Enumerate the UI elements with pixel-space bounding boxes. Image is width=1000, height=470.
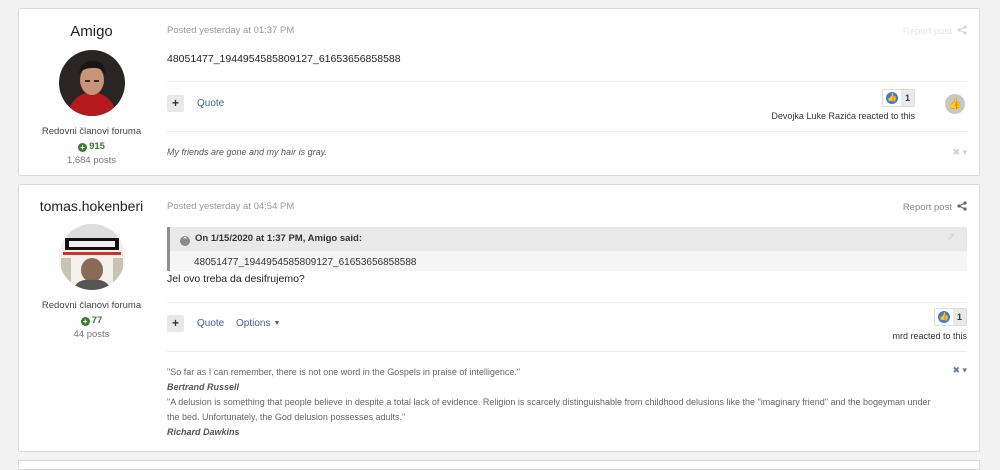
next-post xyxy=(18,460,980,470)
multiquote-button[interactable]: + xyxy=(167,315,184,332)
like-reaction: 👍 xyxy=(883,90,901,106)
post-body: Posted yesterday at 04:54 PM Report post… xyxy=(167,185,967,451)
close-icon[interactable]: ✖ ▾ xyxy=(952,147,967,158)
divider xyxy=(167,351,967,352)
signature-author: Richard Dawkins xyxy=(167,427,240,437)
divider xyxy=(167,81,967,82)
author-name[interactable]: tomas.hokenberi xyxy=(19,198,164,214)
member-group: Redovni članovi foruma xyxy=(41,300,142,311)
report-post-label: Report post xyxy=(902,26,952,37)
reaction-summary[interactable]: 👍 1 xyxy=(882,89,915,107)
signature: "So far as I can remember, there is not … xyxy=(167,365,937,440)
share-icon[interactable] xyxy=(957,25,967,35)
share-icon[interactable] xyxy=(957,201,967,211)
author-name[interactable]: Amigo xyxy=(19,23,164,40)
reputation-value: 915 xyxy=(89,141,105,152)
options-menu[interactable]: Options ▼ xyxy=(236,318,280,329)
report-post-link[interactable]: Report post xyxy=(903,25,967,37)
author-panel: tomas.hokenberi Redovni članovi foruma +… xyxy=(19,185,164,340)
post-amigo: Amigo Redovni članovi foruma +915 1,684 … xyxy=(18,8,980,176)
multiquote-button[interactable]: + xyxy=(167,95,184,112)
close-icon[interactable]: ✖ ▾ xyxy=(952,365,967,376)
blockquote: ⌃ On 1/15/2020 at 1:37 PM, Amigo said: ↗ … xyxy=(167,227,967,271)
report-post-label: Report post xyxy=(902,202,952,213)
signature-quote: "A delusion is something that people bel… xyxy=(167,397,931,422)
reaction-summary[interactable]: 👍 1 xyxy=(934,308,967,326)
report-post-link[interactable]: Report post xyxy=(903,201,967,213)
caret-down-icon: ▼ xyxy=(273,320,281,327)
divider xyxy=(167,131,967,132)
quote-button[interactable]: Quote xyxy=(197,98,224,109)
reputation-badge: +77 xyxy=(19,315,164,326)
post-date[interactable]: Posted yesterday at 04:54 PM xyxy=(167,201,294,212)
reacted-text[interactable]: Devojka Luke Razića reacted to this xyxy=(771,111,915,121)
divider xyxy=(167,302,967,303)
reaction-count: 1 xyxy=(901,90,914,106)
blockquote-citation[interactable]: ⌃ On 1/15/2020 at 1:37 PM, Amigo said: xyxy=(180,233,362,246)
like-reaction: 👍 xyxy=(935,309,953,325)
post-count: 44 posts xyxy=(73,329,110,340)
plus-circle-icon: + xyxy=(78,143,88,152)
reacted-text[interactable]: mrd reacted to this xyxy=(892,331,967,341)
go-to-quote-icon[interactable]: ↗ xyxy=(947,232,955,243)
signature: My friends are gone and my hair is gray. xyxy=(167,147,327,157)
post-count: 1,684 posts xyxy=(66,155,117,166)
blockquote-header: ⌃ On 1/15/2020 at 1:37 PM, Amigo said: ↗ xyxy=(170,227,967,251)
member-group: Redovni članovi foruma xyxy=(41,126,142,137)
plus-circle-icon: + xyxy=(80,317,90,326)
thumbs-up-icon: 👍 xyxy=(886,92,898,104)
post-content: 48051477_1944954585809127_61653656858588 xyxy=(167,53,401,65)
post-date[interactable]: Posted yesterday at 01:37 PM xyxy=(167,25,294,36)
collapse-icon[interactable]: ⌃ xyxy=(180,236,190,246)
thumbs-up-icon: 👍 xyxy=(938,311,950,323)
reaction-count: 1 xyxy=(953,309,966,325)
reputation-badge: +915 xyxy=(19,141,164,152)
reputation-value: 77 xyxy=(91,315,103,326)
avatar[interactable] xyxy=(58,224,125,290)
signature-author: Bertrand Russell xyxy=(167,382,240,392)
quote-button[interactable]: Quote xyxy=(197,318,224,329)
post-content: Jel ovo treba da desifrujemo? xyxy=(167,273,305,285)
citation-text: On 1/15/2020 at 1:37 PM, Amigo said: xyxy=(195,233,363,244)
like-button[interactable]: 👍 xyxy=(945,94,965,114)
avatar[interactable] xyxy=(58,50,125,116)
options-label: Options xyxy=(236,318,271,329)
post-tomas: tomas.hokenberi Redovni članovi foruma +… xyxy=(18,184,980,452)
signature-quote: "So far as I can remember, there is not … xyxy=(167,367,521,377)
post-body: Posted yesterday at 01:37 PM Report post… xyxy=(167,9,967,175)
blockquote-text: 48051477_1944954585809127_61653656858588 xyxy=(194,257,417,268)
author-panel: Amigo Redovni članovi foruma +915 1,684 … xyxy=(19,9,164,166)
